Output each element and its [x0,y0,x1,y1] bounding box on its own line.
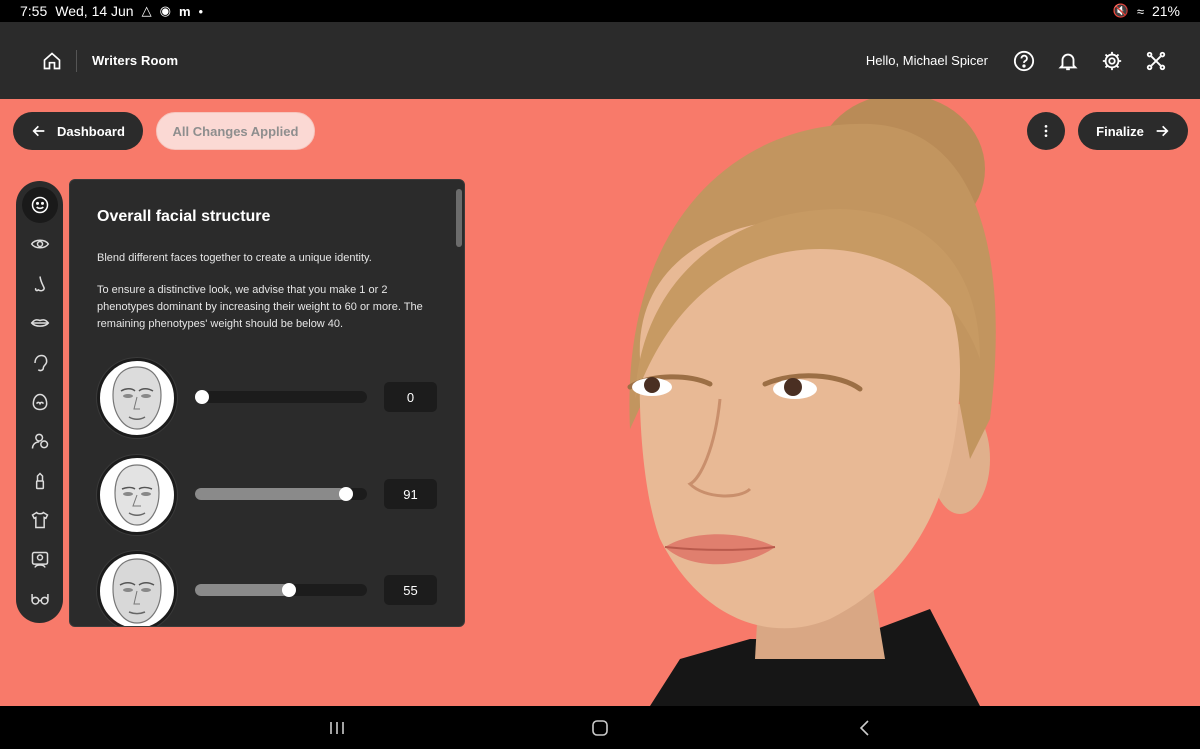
more-vertical-icon [1044,125,1048,137]
rail-item-head[interactable] [22,384,58,420]
nose-icon [34,276,45,292]
battery-level: 21% [1151,3,1180,19]
phenotype-weight-slider[interactable] [195,487,367,501]
rail-item-nose[interactable] [22,266,58,302]
slider-fill [195,584,289,596]
finalize-label: Finalize [1096,123,1144,139]
changes-status-button[interactable]: All Changes Applied [156,112,315,150]
panel-title: Overall facial structure [97,208,271,225]
share-icon [1146,51,1166,70]
settings-button[interactable] [1090,39,1134,83]
user-greeting: Hello, Michael Spicer [865,53,988,68]
help-icon [1013,50,1035,71]
glasses-icon [30,593,49,605]
header-divider [76,49,77,72]
help-button[interactable] [1002,39,1046,83]
slider-handle[interactable] [338,487,353,501]
lips-icon [30,319,49,328]
finalize-button[interactable]: Finalize [1078,112,1188,150]
editor-canvas[interactable]: Dashboard All Changes Applied Finalize O… [0,99,1200,706]
wifi-icon: ≈ [1136,3,1144,19]
face-model-icon [112,366,162,430]
panel-intro: Blend different faces together to create… [97,252,372,264]
gear-icon [1102,51,1122,70]
recents-icon [330,722,344,734]
feature-rail [16,181,63,623]
recent-apps-button[interactable] [322,714,352,742]
ear-icon [33,354,47,371]
arrow-left-icon [32,125,45,137]
phenotype-face-thumbnail[interactable] [97,551,177,626]
slider-handle[interactable] [195,390,209,404]
eye-icon [30,239,49,249]
skin-icon [31,433,48,449]
mute-icon: 🔇 [1112,3,1129,18]
bell-icon [1058,53,1078,70]
makeup-icon [35,472,44,489]
system-nav-bar [0,706,1200,749]
phenotype-weight-value[interactable]: 55 [384,575,437,605]
portrait-icon [31,551,48,568]
facial-structure-panel: Overall facial structure Blend different… [69,179,465,627]
phenotype-face-thumbnail[interactable] [97,455,177,535]
rail-item-portrait[interactable] [22,542,58,578]
dashboard-button[interactable]: Dashboard [13,112,143,150]
arrow-right-icon [1156,125,1169,137]
panel-scrollbar[interactable] [456,189,462,247]
rail-item-eyes[interactable] [22,226,58,262]
status-date: Wed, 14 Jun [55,3,134,19]
face-model-icon [112,558,162,624]
character-portrait[interactable] [540,99,1040,706]
phenotype-row: 0 [97,358,437,438]
medium-icon: m [178,3,191,19]
rail-item-lips[interactable] [22,305,58,341]
head-icon [32,393,47,411]
phenotype-weight-value[interactable]: 0 [384,382,437,412]
phenotype-face-thumbnail[interactable] [97,358,177,438]
home-button[interactable] [32,41,72,81]
phenotype-weight-slider[interactable] [195,390,367,404]
home-circle-icon [592,720,608,736]
more-options-button[interactable] [1027,112,1065,150]
slider-fill [195,488,346,500]
notifications-button[interactable] [1046,39,1090,83]
alert-icon: △ [141,3,152,18]
rail-item-glasses[interactable] [22,581,58,617]
rail-item-makeup[interactable] [22,463,58,499]
clothing-icon [31,511,48,529]
phenotype-row: 55 [97,551,437,626]
app-title: Writers Room [92,53,179,68]
back-nav-button[interactable] [850,714,880,742]
panel-advice: To ensure a distinctive look, we advise … [97,284,423,330]
rail-item-face[interactable] [21,187,58,223]
dashboard-label: Dashboard [57,123,125,139]
rail-item-ears[interactable] [22,345,58,381]
phenotype-weight-slider[interactable] [195,583,367,597]
rail-item-skin[interactable] [22,423,58,459]
share-button[interactable] [1134,39,1178,83]
back-chevron-icon [859,720,869,736]
face-model-icon [114,464,160,526]
slider-handle[interactable] [281,583,296,597]
facebook-icon: ◉ [159,3,171,18]
phenotype-row: 91 [97,455,437,535]
status-time: 7:55 [20,3,48,19]
home-icon [43,51,61,69]
phenotype-weight-value[interactable]: 91 [384,479,437,509]
home-nav-button[interactable] [585,714,615,742]
app-header: Writers Room Hello, Michael Spicer [0,22,1200,99]
more-notifications-icon: • [198,3,204,19]
status-bar: 7:55 Wed, 14 Jun △ ◉ m • 🔇 ≈ 21% [0,0,1200,22]
face-icon [31,196,48,214]
rail-item-clothing[interactable] [22,502,58,538]
changes-status-label: All Changes Applied [172,123,299,139]
